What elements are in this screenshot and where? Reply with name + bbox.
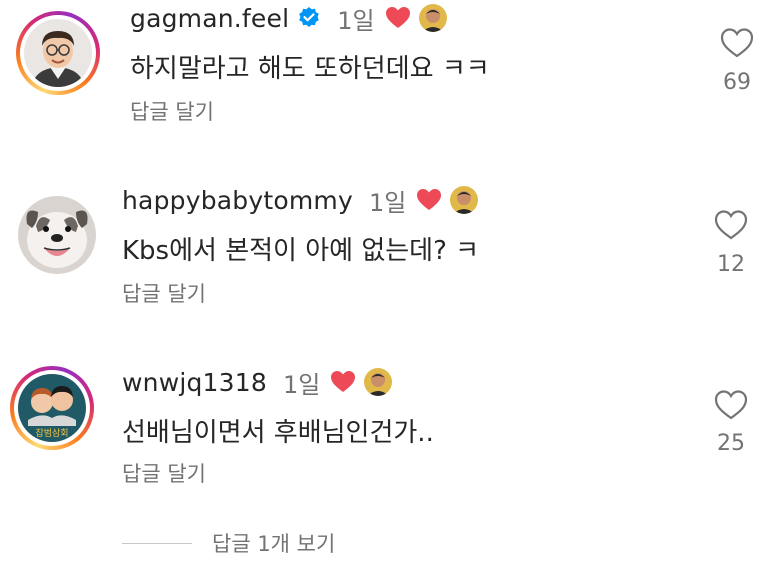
- comment-text: Kbs에서 본적이 아예 없는데? ㅋ: [122, 236, 480, 266]
- comment-username[interactable]: gagman.feel: [130, 4, 289, 33]
- creator-avatar: [364, 368, 393, 396]
- story-ring[interactable]: 잡범삼회: [10, 366, 94, 450]
- comment-username[interactable]: wnwjq1318: [122, 368, 267, 397]
- bulldog-avatar: [18, 196, 96, 274]
- view-replies-label: 답글 1개 보기: [212, 532, 336, 556]
- like-count: 69: [723, 70, 751, 95]
- comment-text: 하지말라고 해도 또하던데요 ㅋㅋ: [130, 54, 490, 84]
- avatar[interactable]: 잡범삼회: [18, 374, 86, 442]
- two-men-logo-avatar: 잡범삼회: [18, 374, 86, 442]
- comment-time: 1일: [282, 370, 321, 399]
- creator-liked-heart-icon: [330, 370, 356, 394]
- comment-time: 1일: [337, 6, 375, 35]
- creator-liked-heart-icon: [385, 6, 411, 30]
- like-count: 25: [717, 431, 745, 456]
- reply-button[interactable]: 답글 달기: [122, 278, 206, 308]
- creator-avatar: [418, 4, 447, 32]
- view-replies-button[interactable]: 답글 1개 보기: [122, 528, 335, 558]
- comment-username[interactable]: happybabytommy: [122, 186, 353, 215]
- avatar[interactable]: [18, 196, 96, 274]
- verified-badge-icon: [297, 6, 321, 30]
- reply-button[interactable]: 답글 달기: [130, 96, 214, 126]
- comment-time: 1일: [368, 188, 407, 217]
- like-heart-icon[interactable]: [714, 209, 748, 241]
- man-with-glasses-avatar: [24, 19, 92, 87]
- avatar[interactable]: [24, 19, 92, 87]
- like-heart-icon[interactable]: [720, 27, 754, 59]
- like-heart-icon[interactable]: [714, 389, 748, 421]
- divider: [122, 542, 192, 544]
- like-count: 12: [717, 252, 745, 277]
- creator-avatar: [450, 186, 479, 214]
- creator-liked-heart-icon: [416, 188, 442, 212]
- svg-text:잡범삼회: 잡범삼회: [35, 427, 68, 439]
- reply-button[interactable]: 답글 달기: [122, 458, 206, 488]
- comment-text: 선배님이면서 후배님인건가..: [122, 418, 434, 448]
- story-ring[interactable]: [16, 11, 100, 95]
